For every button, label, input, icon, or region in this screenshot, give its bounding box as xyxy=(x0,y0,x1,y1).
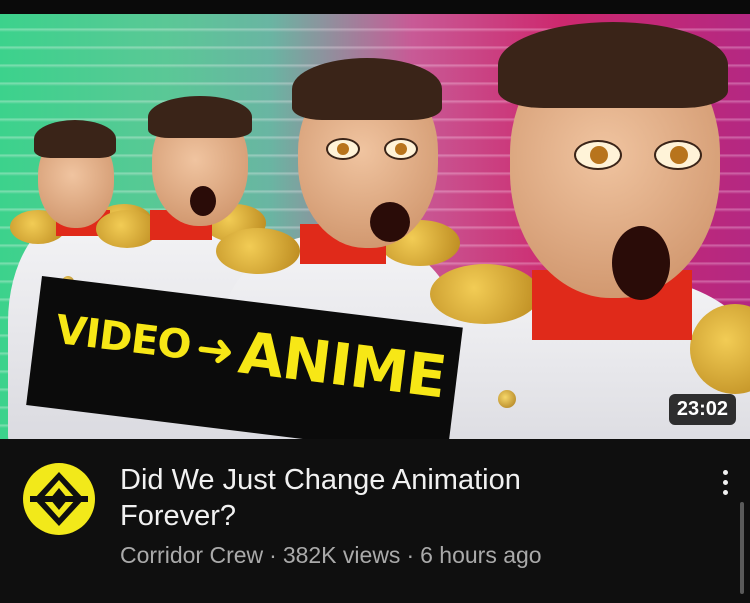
menu-dot xyxy=(722,489,728,495)
upload-age: 6 hours ago xyxy=(420,542,542,568)
separator-dot: · xyxy=(269,542,277,568)
scrollbar[interactable] xyxy=(740,502,744,594)
channel-name[interactable]: Corridor Crew xyxy=(120,542,263,568)
menu-dot xyxy=(722,479,728,485)
more-vert-icon[interactable] xyxy=(708,462,742,502)
corridor-logo-icon xyxy=(23,463,95,535)
arrow-right-icon: ➜ xyxy=(192,320,237,379)
video-duration-badge: 23:02 xyxy=(668,394,736,425)
separator-dot: · xyxy=(406,542,415,568)
channel-avatar[interactable] xyxy=(22,462,96,536)
menu-dot xyxy=(722,469,728,475)
top-edge-bar xyxy=(0,0,750,14)
banner-video-text: VIDEO xyxy=(53,306,194,370)
video-thumbnail[interactable]: VIDEO ➜ ANIME xyxy=(0,14,750,439)
view-count: 382K views xyxy=(282,542,401,568)
video-metadata-line: Corridor Crew · 382K views · 6 hours ago xyxy=(120,542,542,569)
video-title[interactable]: Did We Just Change Animation Forever? xyxy=(120,462,640,534)
